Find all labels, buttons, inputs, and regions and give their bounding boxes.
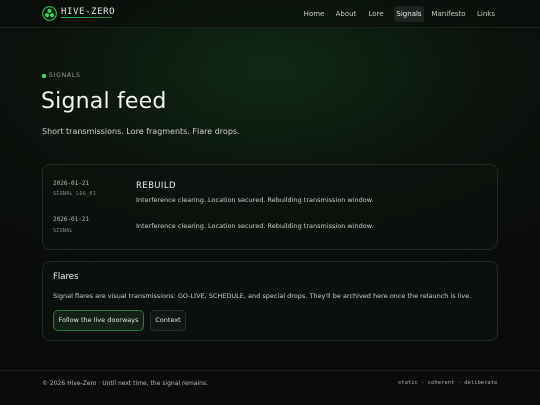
entry-date: 2026-01-21 (53, 180, 90, 187)
entry-body: Interference clearing. Location secured.… (136, 196, 374, 204)
entry-date: 2026-01-21 (53, 216, 90, 223)
entry-title: REBUILD (136, 181, 176, 191)
footer-divider (0, 370, 540, 371)
site-header: HIVE-ZERO Home About Lore Signals Manife… (0, 0, 540, 28)
nav-about[interactable]: About (334, 6, 358, 22)
nav-manifesto[interactable]: Manifesto (431, 6, 466, 22)
main-nav: Home About Lore Signals Manifesto Links (0, 6, 540, 22)
flares-title: Flares (53, 272, 79, 282)
nav-home[interactable]: Home (302, 6, 326, 22)
page-title: Signal feed (41, 89, 167, 114)
context-button[interactable]: Context (150, 310, 186, 331)
section-kicker: SIGNALS (49, 72, 81, 79)
nav-links[interactable]: Links (475, 6, 497, 22)
footer-tagline: static · coherent · deliberate (398, 380, 498, 386)
entry-tag: SIGNAL (53, 228, 73, 234)
page-subtitle: Short transmissions. Lore fragments. Fla… (42, 127, 240, 136)
entry-tag: SIGNAL_LOG_01 (53, 191, 97, 197)
flares-description: Signal flares are visual transmissions: … (53, 292, 472, 300)
entry-body: Interference clearing. Location secured.… (136, 222, 374, 230)
signal-feed-card: 2026-01-21 SIGNAL_LOG_01 REBUILD Interfe… (42, 164, 498, 250)
nav-lore[interactable]: Lore (366, 6, 386, 22)
flares-card: Flares Signal flares are visual transmis… (42, 261, 498, 341)
footer-copyright: © 2026 Hive-Zero · Until next time, the … (42, 380, 209, 387)
nav-signals[interactable]: Signals (394, 6, 424, 22)
follow-doorways-button[interactable]: Follow the live doorways (53, 310, 144, 331)
kicker-dot (42, 74, 46, 78)
